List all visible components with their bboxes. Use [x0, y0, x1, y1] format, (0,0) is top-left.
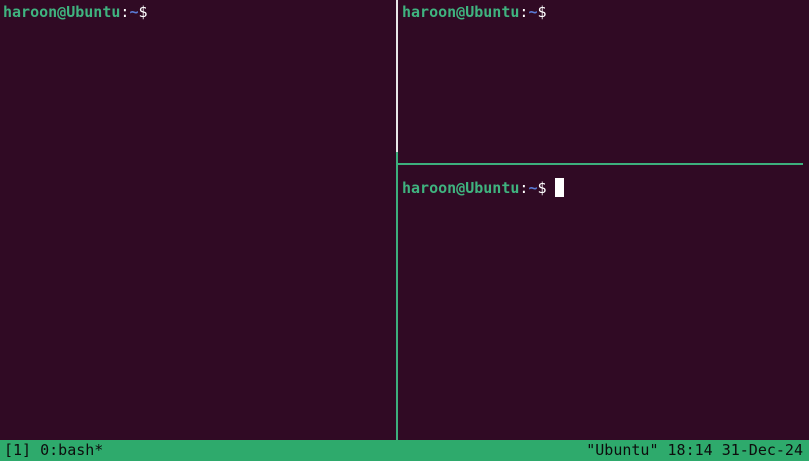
- prompt-user-host: haroon@Ubuntu: [3, 3, 121, 21]
- tmux-pane-left[interactable]: haroon@Ubuntu:~$: [0, 0, 396, 440]
- prompt-user-host: haroon@Ubuntu: [402, 179, 520, 197]
- terminal-window[interactable]: haroon@Ubuntu:~$ haroon@Ubuntu:~$ haroon…: [0, 0, 809, 461]
- prompt-dollar: $: [537, 3, 547, 21]
- status-date: 31-Dec-24: [721, 441, 803, 459]
- prompt-dollar: $: [138, 3, 148, 21]
- status-time: 18:14: [667, 441, 713, 459]
- pane-divider-horizontal[interactable]: [398, 163, 803, 165]
- tmux-status-bar: [1] 0:bash* "Ubuntu" 18:14 31-Dec-24: [0, 440, 809, 461]
- status-session[interactable]: [1]: [4, 441, 31, 459]
- tmux-pane-bottom-right-active[interactable]: haroon@Ubuntu:~$: [398, 166, 809, 440]
- status-left: [1] 0:bash*: [4, 440, 103, 461]
- prompt-user-host: haroon@Ubuntu: [402, 3, 520, 21]
- text-cursor[interactable]: [554, 178, 564, 197]
- tmux-pane-top-right[interactable]: haroon@Ubuntu:~$: [398, 0, 809, 164]
- status-host: "Ubuntu": [586, 441, 659, 459]
- status-window-tab[interactable]: 0:bash*: [40, 441, 103, 459]
- shell-prompt: haroon@Ubuntu:~$: [402, 3, 547, 21]
- shell-prompt: haroon@Ubuntu:~$: [402, 178, 564, 197]
- shell-prompt: haroon@Ubuntu:~$: [3, 3, 148, 21]
- prompt-dollar: $: [537, 179, 547, 197]
- status-right: "Ubuntu" 18:14 31-Dec-24: [586, 440, 803, 461]
